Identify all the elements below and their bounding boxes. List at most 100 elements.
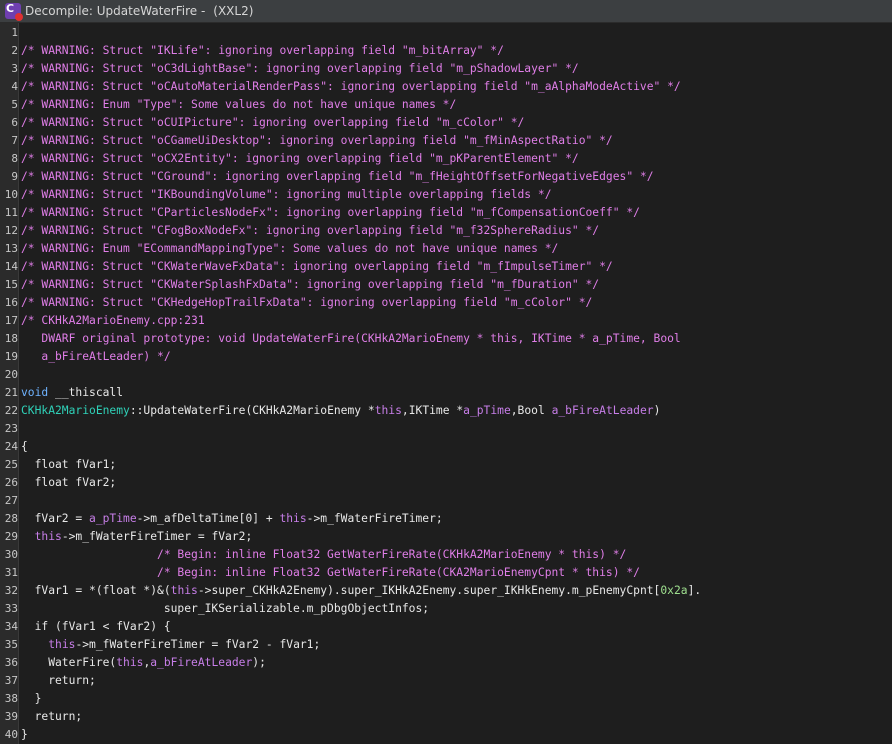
code-line[interactable]: 1 — [0, 24, 892, 42]
code-line[interactable]: 2/* WARNING: Struct "IKLife": ignoring o… — [0, 42, 892, 60]
code-text[interactable]: /* WARNING: Enum "Type": Some values do … — [21, 96, 456, 114]
code-text[interactable]: /* WARNING: Struct "CParticlesNodeFx": i… — [21, 204, 640, 222]
code-token[interactable]: ->m_afDeltaTime[0] + — [137, 512, 280, 525]
code-token[interactable]: /* WARNING: Struct "CKHedgeHopTrailFxDat… — [21, 296, 592, 309]
code-text[interactable]: DWARF original prototype: void UpdateWat… — [21, 330, 680, 348]
code-token[interactable]: /* WARNING: Struct "IKBoundingVolume": i… — [21, 188, 552, 201]
code-line[interactable]: 24{ — [0, 438, 892, 456]
code-text[interactable]: /* WARNING: Struct "oCX2Entity": ignorin… — [21, 150, 579, 168]
code-token[interactable]: __thiscall — [48, 386, 123, 399]
code-line[interactable]: 34 if (fVar1 < fVar2) { — [0, 618, 892, 636]
code-token[interactable]: fVar1 = *(float *)&( — [21, 584, 171, 597]
code-token[interactable]: ->m_fWaterFireTimer = fVar2 - fVar1; — [75, 638, 320, 651]
code-text[interactable]: a_bFireAtLeader) */ — [21, 348, 170, 366]
code-text[interactable]: { — [21, 438, 28, 456]
code-token[interactable]: /* WARNING: Struct "CKWaterWaveFxData": … — [21, 260, 613, 273]
code-line[interactable]: 15/* WARNING: Struct "CKWaterSplashFxDat… — [0, 276, 892, 294]
code-line[interactable]: 3/* WARNING: Struct "oC3dLightBase": ign… — [0, 60, 892, 78]
code-text[interactable]: } — [21, 726, 28, 744]
code-token[interactable]: /* WARNING: Struct "oCGameUiDesktop": ig… — [21, 134, 613, 147]
code-line[interactable]: 21 void __thiscall — [0, 384, 892, 402]
code-line[interactable]: 14/* WARNING: Struct "CKWaterWaveFxData"… — [0, 258, 892, 276]
code-text[interactable]: fVar2 = a_pTime->m_afDeltaTime[0] + this… — [21, 510, 443, 528]
code-text[interactable]: CKHkA2MarioEnemy::UpdateWaterFire(CKHkA2… — [21, 402, 660, 420]
code-line[interactable]: 36 WaterFire(this,a_bFireAtLeader); — [0, 654, 892, 672]
code-line[interactable]: 30 /* Begin: inline Float32 GetWaterFire… — [0, 546, 892, 564]
code-token[interactable]: void — [21, 386, 48, 399]
code-line[interactable]: 9/* WARNING: Struct "CGround": ignoring … — [0, 168, 892, 186]
code-text[interactable]: void __thiscall — [21, 384, 123, 402]
code-token[interactable]: ,Bool — [511, 404, 552, 417]
code-token[interactable]: this — [375, 404, 402, 417]
code-text[interactable]: /* WARNING: Struct "oCUIPicture": ignori… — [21, 114, 524, 132]
code-token[interactable]: } — [21, 692, 42, 705]
code-token[interactable]: this — [48, 638, 75, 651]
code-line[interactable]: 20 — [0, 366, 892, 384]
code-token[interactable]: ]. — [688, 584, 702, 597]
code-text[interactable]: /* WARNING: Struct "oC3dLightBase": igno… — [21, 60, 579, 78]
code-line[interactable]: 32 fVar1 = *(float *)&(this->super_CKHkA… — [0, 582, 892, 600]
code-line[interactable]: 33 super_IKSerializable.m_pDbgObjectInfo… — [0, 600, 892, 618]
code-text[interactable]: /* WARNING: Struct "CKWaterWaveFxData": … — [21, 258, 613, 276]
code-text[interactable]: /* WARNING: Struct "CKHedgeHopTrailFxDat… — [21, 294, 592, 312]
code-token[interactable]: float fVar2; — [21, 476, 117, 489]
code-token[interactable]: this — [171, 584, 198, 597]
code-line[interactable]: 4/* WARNING: Struct "oCAutoMaterialRende… — [0, 78, 892, 96]
code-line[interactable]: 19 a_bFireAtLeader) */ — [0, 348, 892, 366]
code-text[interactable]: /* Begin: inline Float32 GetWaterFireRat… — [21, 546, 626, 564]
code-token[interactable]: this — [116, 656, 143, 669]
code-line[interactable]: 27 — [0, 492, 892, 510]
code-token[interactable]: /* WARNING: Enum "ECommandMappingType": … — [21, 242, 558, 255]
code-token[interactable]: /* WARNING: Struct "CGround": ignoring o… — [21, 170, 654, 183]
code-token[interactable]: } — [21, 728, 28, 741]
code-token[interactable]: float fVar1; — [21, 458, 117, 471]
code-line[interactable]: 16/* WARNING: Struct "CKHedgeHopTrailFxD… — [0, 294, 892, 312]
code-token[interactable]: ->super_CKHkA2Enemy).super_IKHkA2Enemy.s… — [198, 584, 661, 597]
code-line[interactable]: 13/* WARNING: Enum "ECommandMappingType"… — [0, 240, 892, 258]
code-token[interactable]: 0x2a — [660, 584, 687, 597]
code-token[interactable]: if (fVar1 < fVar2) { — [21, 620, 171, 633]
code-area[interactable]: 1 2/* WARNING: Struct "IKLife": ignoring … — [0, 23, 892, 744]
code-text[interactable]: fVar1 = *(float *)&(this->super_CKHkA2En… — [21, 582, 702, 600]
code-token[interactable]: a_pTime — [463, 404, 511, 417]
code-text[interactable]: this->m_fWaterFireTimer = fVar2; — [21, 528, 253, 546]
code-token[interactable]: fVar2 = — [21, 512, 89, 525]
code-token[interactable]: ->m_fWaterFireTimer; — [307, 512, 443, 525]
code-token[interactable]: ); — [252, 656, 266, 669]
code-token[interactable]: a_bFireAtLeader) */ — [21, 350, 170, 363]
code-token[interactable] — [21, 530, 35, 543]
code-token[interactable]: /* Begin: inline Float32 GetWaterFireRat… — [21, 566, 640, 579]
code-token[interactable]: /* WARNING: Struct "CParticlesNodeFx": i… — [21, 206, 640, 219]
code-line[interactable]: 39 return; — [0, 708, 892, 726]
code-line[interactable]: 5/* WARNING: Enum "Type": Some values do… — [0, 96, 892, 114]
code-line[interactable]: 7/* WARNING: Struct "oCGameUiDesktop": i… — [0, 132, 892, 150]
code-text[interactable]: float fVar2; — [21, 474, 117, 492]
code-text[interactable]: WaterFire(this,a_bFireAtLeader); — [21, 654, 266, 672]
code-text[interactable]: /* WARNING: Struct "CKWaterSplashFxData"… — [21, 276, 599, 294]
code-token[interactable]: ,IKTime * — [402, 404, 463, 417]
code-token[interactable]: return; — [21, 674, 96, 687]
code-text[interactable]: if (fVar1 < fVar2) { — [21, 618, 171, 636]
code-text[interactable]: /* WARNING: Struct "CGround": ignoring o… — [21, 168, 654, 186]
code-text[interactable]: /* WARNING: Struct "oCAutoMaterialRender… — [21, 78, 681, 96]
code-token[interactable]: /* WARNING: Struct "CFogBoxNodeFx": igno… — [21, 224, 599, 237]
code-token[interactable]: a_pTime — [89, 512, 137, 525]
code-line[interactable]: 26 float fVar2; — [0, 474, 892, 492]
code-token[interactable]: /* WARNING: Enum "Type": Some values do … — [21, 98, 456, 111]
code-token[interactable]: /* WARNING: Struct "oCUIPicture": ignori… — [21, 116, 524, 129]
code-line[interactable]: 35 this->m_fWaterFireTimer = fVar2 - fVa… — [0, 636, 892, 654]
code-line[interactable]: 23 — [0, 420, 892, 438]
code-text[interactable]: /* WARNING: Struct "IKLife": ignoring ov… — [21, 42, 504, 60]
code-token[interactable]: return; — [21, 710, 83, 723]
code-token[interactable]: this — [35, 530, 62, 543]
code-token[interactable]: /* WARNING: Struct "IKLife": ignoring ov… — [21, 44, 504, 57]
code-token[interactable]: ) — [654, 404, 661, 417]
code-line[interactable]: 22 CKHkA2MarioEnemy::UpdateWaterFire(CKHk… — [0, 402, 892, 420]
code-token[interactable]: CKHkA2MarioEnemy — [252, 404, 368, 417]
code-line[interactable]: 25 float fVar1; — [0, 456, 892, 474]
code-line[interactable]: 17/* CKHkA2MarioEnemy.cpp:231 — [0, 312, 892, 330]
code-token[interactable]: /* WARNING: Struct "oCAutoMaterialRender… — [21, 80, 681, 93]
code-text[interactable]: /* WARNING: Struct "CFogBoxNodeFx": igno… — [21, 222, 599, 240]
code-line[interactable]: 40} — [0, 726, 892, 744]
code-token[interactable]: /* WARNING: Struct "oC3dLightBase": igno… — [21, 62, 579, 75]
